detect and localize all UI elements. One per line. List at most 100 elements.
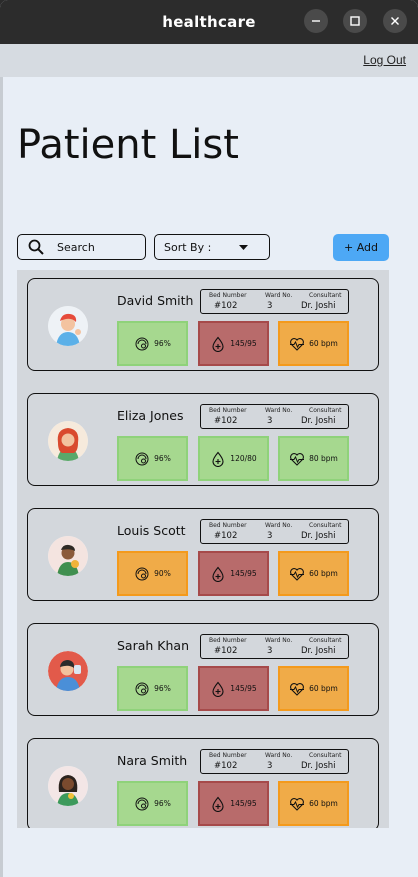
- patient-name: Sarah Khan: [117, 638, 189, 653]
- spo2-tile[interactable]: 96%: [117, 781, 188, 826]
- patient-info-box: Bed Number Ward No. Consultant #102 3 Dr…: [200, 634, 349, 659]
- patient-name: David Smith: [117, 293, 194, 308]
- ward-number-value: 3: [267, 646, 273, 656]
- spo2-tile[interactable]: 96%: [117, 321, 188, 366]
- spo2-tile[interactable]: 90%: [117, 551, 188, 596]
- consultant-value: Dr. Joshi: [301, 646, 336, 656]
- heartbeat-icon: [290, 682, 305, 696]
- blood-pressure-tile[interactable]: 145/95: [198, 551, 269, 596]
- spo2-value: 96%: [154, 454, 171, 463]
- bed-number-value: #102: [214, 646, 238, 656]
- bed-number-value: #102: [214, 761, 238, 771]
- avatar: [48, 421, 88, 461]
- heart-rate-tile[interactable]: 60 bpm: [278, 321, 349, 366]
- heart-rate-tile[interactable]: 60 bpm: [278, 551, 349, 596]
- blood-pressure-value: 120/80: [230, 454, 257, 463]
- heartbeat-icon: [290, 452, 305, 466]
- bed-number-header: Bed Number: [209, 522, 247, 529]
- blood-drop-icon: [212, 336, 224, 352]
- oxygen-gauge-icon: [135, 337, 149, 350]
- left-edge-divider: [0, 77, 3, 877]
- bed-number-value: #102: [214, 301, 238, 311]
- add-patient-button[interactable]: + Add: [333, 234, 389, 261]
- heart-rate-value: 60 bpm: [309, 569, 338, 578]
- ward-number-value: 3: [267, 416, 273, 426]
- minimize-icon: [312, 20, 320, 22]
- maximize-icon: [350, 16, 360, 26]
- bed-number-header: Bed Number: [209, 292, 247, 299]
- oxygen-gauge-icon: [135, 567, 149, 580]
- consultant-value: Dr. Joshi: [301, 301, 336, 311]
- spo2-value: 90%: [154, 569, 171, 578]
- bed-number-value: #102: [214, 531, 238, 541]
- patient-list[interactable]: David Smith Bed Number Ward No. Consulta…: [17, 270, 389, 828]
- ward-number-header: Ward No.: [265, 752, 293, 759]
- heart-rate-value: 60 bpm: [309, 684, 338, 693]
- heartbeat-icon: [290, 567, 305, 581]
- heart-rate-value: 60 bpm: [309, 799, 338, 808]
- patient-card[interactable]: Eliza Jones Bed Number Ward No. Consulta…: [27, 393, 379, 486]
- heart-rate-tile[interactable]: 80 bpm: [278, 436, 349, 481]
- patient-info-box: Bed Number Ward No. Consultant #102 3 Dr…: [200, 749, 349, 774]
- blood-pressure-value: 145/95: [230, 569, 257, 578]
- window-title: healthcare: [162, 13, 256, 31]
- blood-drop-icon: [212, 681, 224, 697]
- minimize-button[interactable]: [304, 9, 328, 33]
- heartbeat-icon: [290, 337, 305, 351]
- avatar: [48, 766, 88, 806]
- close-button[interactable]: [383, 9, 407, 33]
- patient-name: Louis Scott: [117, 523, 186, 538]
- spo2-tile[interactable]: 96%: [117, 666, 188, 711]
- consultant-header: Consultant: [309, 522, 342, 529]
- consultant-value: Dr. Joshi: [301, 416, 336, 426]
- app-window: healthcare Log Out Patient List Search S…: [0, 0, 418, 877]
- ward-number-value: 3: [267, 761, 273, 771]
- spo2-value: 96%: [154, 684, 171, 693]
- consultant-value: Dr. Joshi: [301, 531, 336, 541]
- blood-drop-icon: [212, 796, 224, 812]
- patient-name: Nara Smith: [117, 753, 188, 768]
- heart-rate-tile[interactable]: 60 bpm: [278, 781, 349, 826]
- title-bar: healthcare: [0, 0, 418, 44]
- close-icon: [391, 17, 399, 25]
- patient-info-box: Bed Number Ward No. Consultant #102 3 Dr…: [200, 519, 349, 544]
- ward-number-header: Ward No.: [265, 292, 293, 299]
- avatar: [48, 536, 88, 576]
- blood-pressure-value: 145/95: [230, 799, 257, 808]
- bed-number-header: Bed Number: [209, 752, 247, 759]
- blood-pressure-tile[interactable]: 145/95: [198, 321, 269, 366]
- logout-link[interactable]: Log Out: [363, 53, 406, 67]
- blood-drop-icon: [212, 566, 224, 582]
- patient-card[interactable]: David Smith Bed Number Ward No. Consulta…: [27, 278, 379, 371]
- patient-info-box: Bed Number Ward No. Consultant #102 3 Dr…: [200, 289, 349, 314]
- bed-number-header: Bed Number: [209, 637, 247, 644]
- patient-info-box: Bed Number Ward No. Consultant #102 3 Dr…: [200, 404, 349, 429]
- heart-rate-tile[interactable]: 60 bpm: [278, 666, 349, 711]
- ward-number-header: Ward No.: [265, 637, 293, 644]
- bed-number-value: #102: [214, 416, 238, 426]
- spo2-value: 96%: [154, 799, 171, 808]
- blood-pressure-value: 145/95: [230, 684, 257, 693]
- page-title: Patient List: [17, 122, 239, 168]
- bed-number-header: Bed Number: [209, 407, 247, 414]
- patient-card[interactable]: Sarah Khan Bed Number Ward No. Consultan…: [27, 623, 379, 716]
- patient-name: Eliza Jones: [117, 408, 184, 423]
- blood-pressure-tile[interactable]: 120/80: [198, 436, 269, 481]
- blood-pressure-tile[interactable]: 145/95: [198, 781, 269, 826]
- patient-card[interactable]: Louis Scott Bed Number Ward No. Consulta…: [27, 508, 379, 601]
- maximize-button[interactable]: [343, 9, 367, 33]
- heart-rate-value: 60 bpm: [309, 339, 338, 348]
- heartbeat-icon: [290, 797, 305, 811]
- blood-pressure-value: 145/95: [230, 339, 257, 348]
- sort-dropdown[interactable]: Sort By :: [154, 234, 270, 260]
- consultant-header: Consultant: [309, 752, 342, 759]
- blood-pressure-tile[interactable]: 145/95: [198, 666, 269, 711]
- spo2-value: 96%: [154, 339, 171, 348]
- consultant-header: Consultant: [309, 407, 342, 414]
- spo2-tile[interactable]: 96%: [117, 436, 188, 481]
- search-icon: [28, 239, 44, 255]
- patient-card[interactable]: Nara Smith Bed Number Ward No. Consultan…: [27, 738, 379, 828]
- search-input[interactable]: Search: [17, 234, 146, 260]
- ward-number-header: Ward No.: [265, 522, 293, 529]
- heart-rate-value: 80 bpm: [309, 454, 338, 463]
